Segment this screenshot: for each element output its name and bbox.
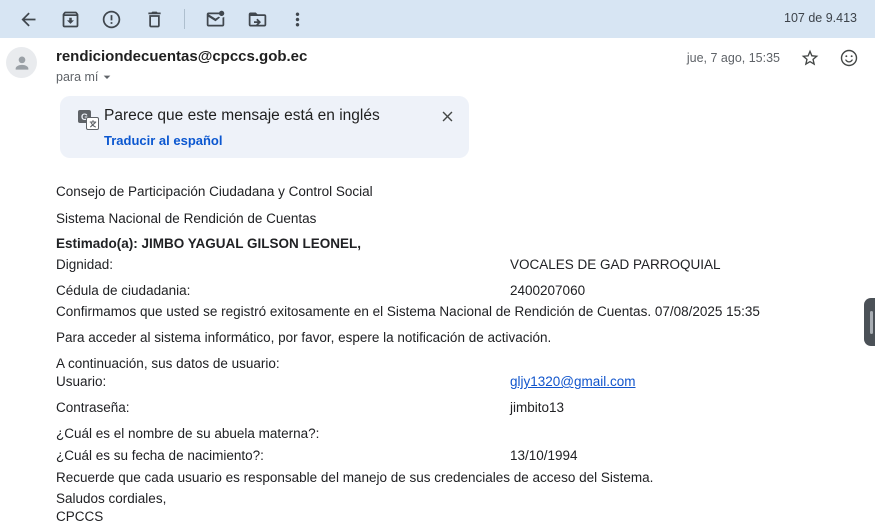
smiley-icon	[839, 48, 859, 68]
body-line: A continuación, sus datos de usuario:	[56, 356, 875, 371]
greeting-line: Estimado(a): JIMBO YAGUAL GILSON LEONEL,	[56, 236, 875, 251]
field-value: 13/10/1994	[510, 448, 578, 463]
more-options-button[interactable]	[285, 7, 309, 31]
message-date: jue, 7 ago, 15:35	[687, 51, 780, 65]
field-value: 2400207060	[510, 283, 585, 298]
field-label: Cédula de ciudadania:	[56, 283, 190, 298]
sender-avatar[interactable]	[6, 47, 37, 78]
back-arrow-icon	[18, 9, 39, 30]
body-line: Para acceder al sistema informático, por…	[56, 330, 875, 345]
add-reaction-button[interactable]	[837, 46, 861, 70]
archive-button[interactable]	[58, 7, 82, 31]
delete-button[interactable]	[142, 7, 166, 31]
star-icon	[800, 48, 820, 68]
closing-line: Saludos cordiales,	[56, 491, 875, 506]
message-count: 107 de 9.413	[784, 11, 857, 25]
recipient-label: para mí	[56, 70, 98, 84]
translate-banner: G Parece que este mensaje está en inglés…	[60, 96, 469, 158]
usuario-email-link[interactable]: gljy1320@gmail.com	[510, 374, 636, 389]
field-label: ¿Cuál es su fecha de nacimiento?:	[56, 448, 264, 463]
signature-line: CPCCS	[56, 509, 875, 524]
field-value: VOCALES DE GAD PARROQUIAL	[510, 257, 721, 272]
field-row-cedula: Cédula de ciudadania: 2400207060	[56, 283, 875, 298]
scrollbar-thumb-inner	[870, 311, 873, 334]
field-row-abuela: ¿Cuál es el nombre de su abuela materna?…	[56, 426, 875, 441]
field-label: Usuario:	[56, 374, 106, 389]
translate-action-link[interactable]: Traducir al español	[104, 133, 223, 148]
scrollbar-thumb[interactable]	[864, 298, 875, 346]
move-to-button[interactable]	[245, 7, 269, 31]
field-row-nacimiento: ¿Cuál es su fecha de nacimiento?: 13/10/…	[56, 448, 875, 463]
star-button[interactable]	[798, 46, 822, 70]
body-line: Sistema Nacional de Rendición de Cuentas	[56, 211, 875, 226]
person-icon	[12, 53, 32, 73]
more-vert-icon	[287, 9, 308, 30]
field-label: Contraseña:	[56, 400, 130, 415]
close-icon	[439, 108, 456, 125]
archive-icon	[60, 9, 81, 30]
mark-unread-button[interactable]	[203, 7, 227, 31]
report-spam-icon	[101, 9, 122, 30]
sender-email[interactable]: rendiciondecuentas@cpccs.gob.ec	[56, 48, 307, 65]
google-translate-icon: G	[78, 110, 99, 130]
back-button[interactable]	[16, 7, 40, 31]
field-value: jimbito13	[510, 400, 564, 415]
report-spam-button[interactable]	[99, 7, 123, 31]
toolbar-divider	[184, 9, 185, 29]
chevron-down-icon	[99, 69, 115, 85]
field-label: Dignidad:	[56, 257, 113, 272]
field-row-contrasena: Contraseña: jimbito13	[56, 400, 875, 415]
trash-icon	[144, 9, 165, 30]
field-row-usuario: Usuario: gljy1320@gmail.com	[56, 374, 875, 389]
banner-close-button[interactable]	[435, 104, 459, 128]
move-to-folder-icon	[247, 9, 268, 30]
body-line: Confirmamos que usted se registró exitos…	[56, 304, 875, 319]
field-label: ¿Cuál es el nombre de su abuela materna?…	[56, 426, 319, 441]
recipient-toggle[interactable]: para mí	[56, 69, 115, 85]
field-row-dignidad: Dignidad: VOCALES DE GAD PARROQUIAL	[56, 257, 875, 272]
mark-unread-icon	[205, 9, 226, 30]
top-toolbar: 107 de 9.413	[0, 0, 875, 38]
body-line: Recuerde que cada usuario es responsable…	[56, 470, 875, 485]
translate-message: Parece que este mensaje está en inglés	[104, 107, 380, 125]
body-line: Consejo de Participación Ciudadana y Con…	[56, 184, 875, 199]
gmail-message-screen: 107 de 9.413 rendiciondecuentas@cpccs.go…	[0, 0, 875, 528]
